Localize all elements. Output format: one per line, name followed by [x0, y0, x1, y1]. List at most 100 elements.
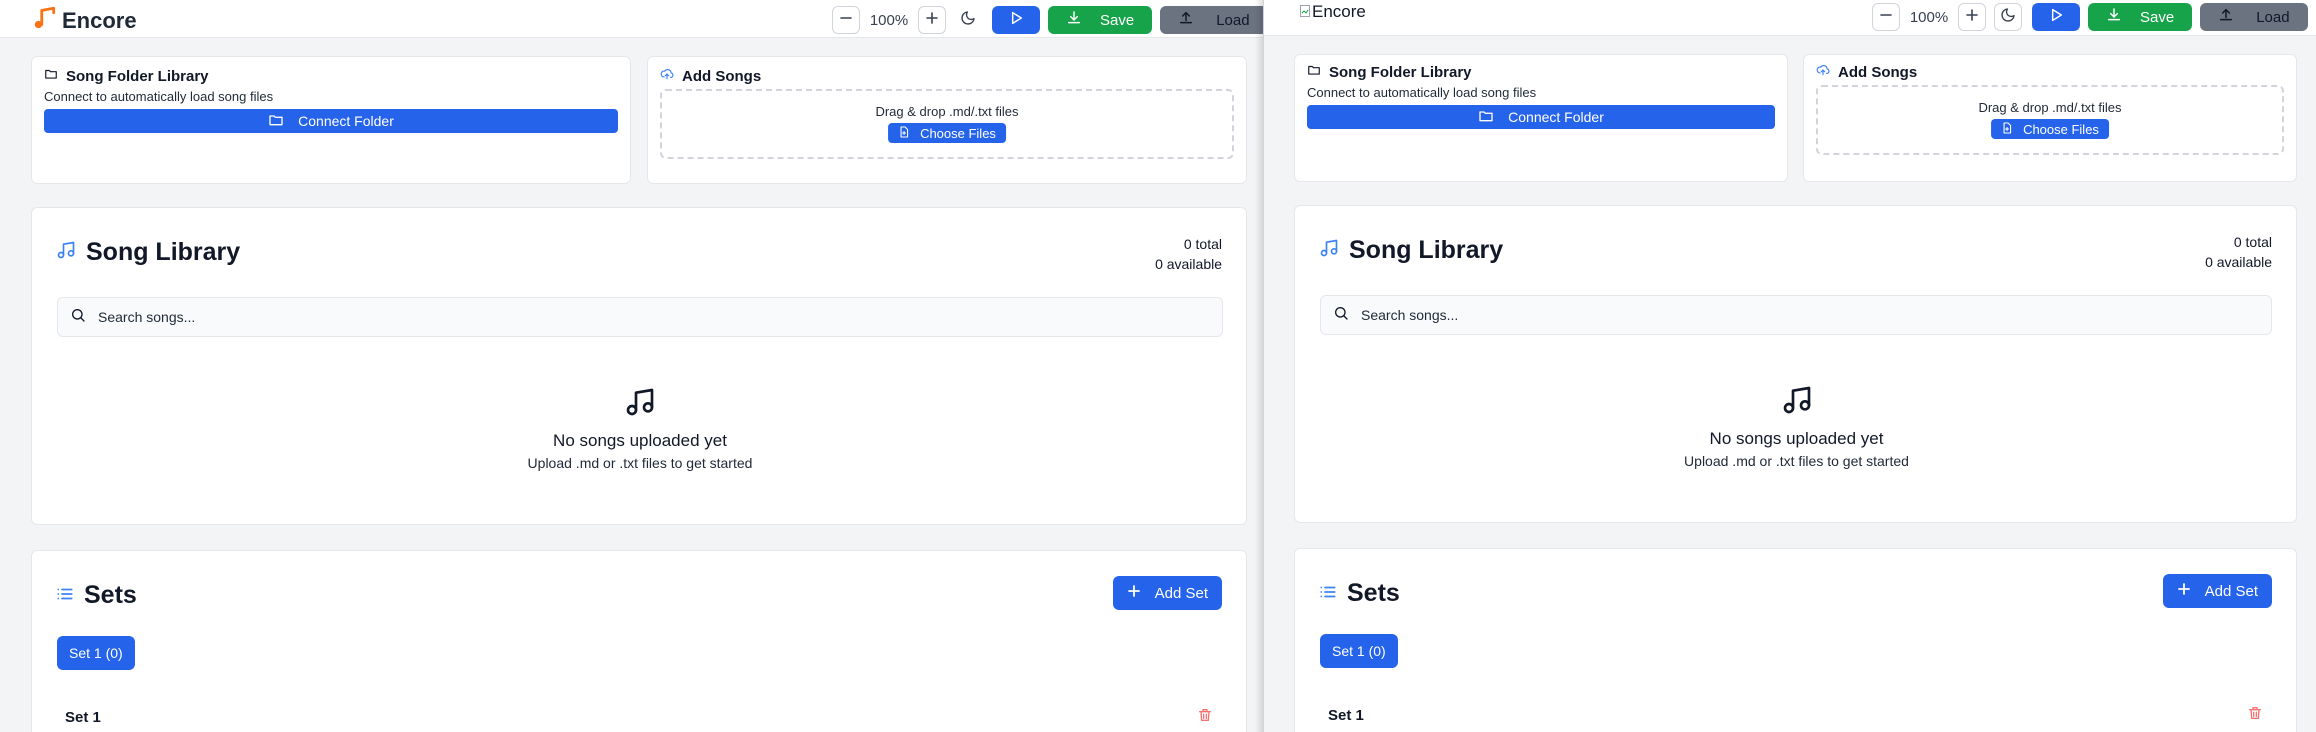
sets-title: Sets	[1347, 579, 1400, 607]
plus-icon	[925, 11, 939, 30]
plus-icon	[2177, 582, 2191, 600]
set-name: Set 1	[1328, 707, 1364, 724]
save-label: Save	[2140, 8, 2175, 26]
drop-zone-text: Drag & drop .md/.txt files	[1978, 100, 2122, 115]
play-icon	[2048, 7, 2064, 28]
choose-files-button[interactable]: Choose Files	[888, 123, 1006, 143]
set-name: Set 1	[65, 709, 101, 726]
folder-library-title: Song Folder Library	[66, 67, 209, 85]
add-set-button[interactable]: Add Set	[2162, 574, 2272, 608]
list-icon	[56, 581, 74, 610]
top-bar: Encore 100% Save Load	[1264, 0, 2316, 36]
brand-logo-broken[interactable]: Encore	[1300, 2, 1366, 22]
folder-library-card: Song Folder Library Connect to automatic…	[31, 56, 631, 184]
choose-files-button[interactable]: Choose Files	[1991, 119, 2109, 139]
play-icon	[1008, 10, 1024, 31]
minus-icon	[839, 11, 853, 30]
search-icon	[1333, 305, 1349, 326]
plus-icon	[1965, 8, 1979, 27]
zoom-in-button[interactable]	[1958, 3, 1986, 31]
folder-icon	[1307, 63, 1321, 81]
add-set-label: Add Set	[2204, 582, 2258, 600]
load-button[interactable]: Load	[2200, 3, 2308, 31]
cloud-upload-icon	[660, 67, 674, 85]
add-set-button[interactable]: Add Set	[1112, 576, 1222, 610]
music-icon	[624, 388, 656, 422]
folder-library-title-row: Song Folder Library	[44, 67, 209, 85]
sets-card: Sets Add Set Set 1 (0) Set 1	[31, 550, 1247, 732]
connect-folder-label: Connect Folder	[1508, 109, 1604, 125]
toolbar: 100% Save Load	[1872, 3, 2308, 31]
file-plus-icon	[898, 125, 910, 141]
empty-subtitle: Upload .md or .txt files to get started	[527, 455, 753, 471]
zoom-out-button[interactable]	[832, 6, 860, 34]
sets-title-row: Sets	[1319, 579, 1400, 608]
sets-card: Sets Add Set Set 1 (0) Set 1	[1294, 548, 2297, 732]
save-button[interactable]: Save	[1048, 6, 1153, 34]
add-set-label: Add Set	[1154, 584, 1208, 602]
folder-icon	[268, 112, 284, 131]
folder-icon	[1478, 108, 1494, 127]
trash-icon[interactable]	[1197, 707, 1213, 728]
save-button[interactable]: Save	[2088, 3, 2193, 31]
empty-title: No songs uploaded yet	[553, 431, 727, 450]
drop-zone[interactable]: Drag & drop .md/.txt files Choose Files	[1816, 85, 2284, 155]
music-icon	[56, 238, 76, 267]
theme-toggle-button[interactable]	[954, 6, 982, 34]
download-icon	[2106, 7, 2122, 27]
zoom-out-button[interactable]	[1872, 3, 1900, 31]
choose-files-label: Choose Files	[2023, 121, 2099, 137]
search-bar[interactable]	[1320, 295, 2272, 335]
available-count: 0 available	[1155, 256, 1222, 272]
music-icon	[1319, 236, 1339, 265]
song-library-card: Song Library 0 total 0 available No song…	[31, 207, 1247, 525]
add-songs-card: Add Songs Drag & drop .md/.txt files Cho…	[647, 56, 1247, 184]
load-label: Load	[1216, 11, 1250, 29]
plus-icon	[1127, 584, 1141, 602]
add-songs-title-row: Add Songs	[660, 67, 761, 85]
left-pane: Encore 100% Save Load Song Folder Librar…	[0, 0, 1264, 732]
music-note-brand-icon	[32, 5, 58, 36]
choose-files-label: Choose Files	[920, 125, 996, 141]
broken-image-icon	[1300, 2, 1310, 22]
folder-icon	[44, 67, 58, 85]
play-button[interactable]	[992, 6, 1040, 34]
connect-folder-button[interactable]: Connect Folder	[1307, 105, 1775, 129]
theme-toggle-button[interactable]	[1994, 3, 2022, 31]
empty-state: No songs uploaded yet Upload .md or .txt…	[1295, 384, 2298, 469]
add-songs-title-row: Add Songs	[1816, 63, 1917, 81]
connect-folder-button[interactable]: Connect Folder	[44, 109, 618, 133]
folder-library-title-row: Song Folder Library	[1307, 63, 1472, 81]
brand[interactable]: Encore	[32, 5, 137, 36]
list-icon	[1319, 579, 1337, 608]
zoom-in-button[interactable]	[918, 6, 946, 34]
search-icon	[70, 307, 86, 328]
drop-zone-text: Drag & drop .md/.txt files	[875, 104, 1019, 119]
folder-library-description: Connect to automatically load song files	[44, 89, 274, 104]
search-input[interactable]	[98, 309, 1135, 325]
search-input[interactable]	[1361, 307, 2206, 323]
toolbar: 100% Save Load	[832, 6, 1263, 34]
song-counts: 0 total 0 available	[1155, 234, 1222, 274]
add-songs-card: Add Songs Drag & drop .md/.txt files Cho…	[1803, 54, 2297, 182]
total-count: 0 total	[1183, 236, 1222, 252]
play-button[interactable]	[2032, 3, 2080, 31]
set-tab[interactable]: Set 1 (0)	[57, 636, 135, 670]
moon-icon	[960, 10, 976, 31]
folder-library-card: Song Folder Library Connect to automatic…	[1294, 54, 1788, 182]
drop-zone[interactable]: Drag & drop .md/.txt files Choose Files	[660, 89, 1234, 159]
cloud-upload-icon	[1816, 63, 1830, 81]
trash-icon[interactable]	[2247, 705, 2263, 726]
song-library-title: Song Library	[1349, 236, 1504, 264]
song-library-title-row: Song Library	[56, 238, 240, 267]
folder-library-description: Connect to automatically load song files	[1307, 85, 1537, 100]
right-pane: Encore 100% Save Load Song Folder Librar…	[1264, 0, 2316, 732]
load-button[interactable]: Load	[1160, 6, 1263, 34]
sets-title-row: Sets	[56, 581, 137, 610]
file-plus-icon	[2001, 121, 2013, 137]
add-songs-title: Add Songs	[1838, 63, 1918, 81]
brand-name: Encore	[62, 7, 137, 33]
set-tab[interactable]: Set 1 (0)	[1320, 634, 1398, 668]
search-bar[interactable]	[57, 297, 1223, 337]
song-counts: 0 total 0 available	[2205, 232, 2272, 272]
